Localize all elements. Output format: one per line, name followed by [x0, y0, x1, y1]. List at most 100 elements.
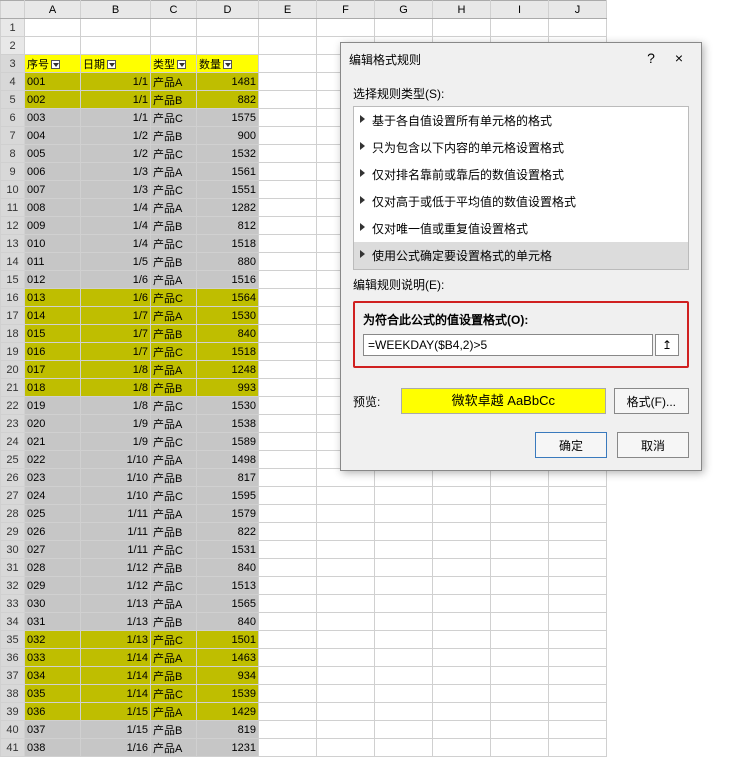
cell[interactable]: 产品B	[151, 253, 197, 271]
cell[interactable]	[375, 577, 433, 595]
cell[interactable]: 1/15	[81, 703, 151, 721]
cell[interactable]: 001	[25, 73, 81, 91]
cell[interactable]: 007	[25, 181, 81, 199]
cell[interactable]	[259, 91, 317, 109]
cell[interactable]: 1/13	[81, 595, 151, 613]
cell[interactable]	[259, 721, 317, 739]
cell[interactable]: 1498	[197, 451, 259, 469]
row-head[interactable]: 15	[1, 271, 25, 289]
cell[interactable]	[549, 703, 607, 721]
cell[interactable]	[375, 649, 433, 667]
cell[interactable]	[317, 487, 375, 505]
cell[interactable]: 1/7	[81, 307, 151, 325]
cell[interactable]: 004	[25, 127, 81, 145]
cell[interactable]	[317, 541, 375, 559]
cell[interactable]	[317, 613, 375, 631]
cell[interactable]: 产品C	[151, 433, 197, 451]
column-head-C[interactable]: C	[151, 1, 197, 19]
row-head[interactable]: 31	[1, 559, 25, 577]
cell[interactable]: 1575	[197, 109, 259, 127]
row-head[interactable]: 1	[1, 19, 25, 37]
cell[interactable]: 882	[197, 91, 259, 109]
column-head-I[interactable]: I	[491, 1, 549, 19]
cell[interactable]	[259, 253, 317, 271]
cell[interactable]	[259, 325, 317, 343]
cell[interactable]: 产品A	[151, 595, 197, 613]
row-head[interactable]: 20	[1, 361, 25, 379]
cell[interactable]: 031	[25, 613, 81, 631]
cell[interactable]: 1530	[197, 307, 259, 325]
cell[interactable]: 1551	[197, 181, 259, 199]
cell[interactable]: 产品A	[151, 361, 197, 379]
cell[interactable]: 013	[25, 289, 81, 307]
cell[interactable]: 1/11	[81, 523, 151, 541]
cell[interactable]: 产品B	[151, 523, 197, 541]
cell[interactable]	[317, 577, 375, 595]
row-head[interactable]: 9	[1, 163, 25, 181]
cell[interactable]: 1501	[197, 631, 259, 649]
cell[interactable]	[375, 469, 433, 487]
cell[interactable]: 812	[197, 217, 259, 235]
cell[interactable]: 009	[25, 217, 81, 235]
filter-icon[interactable]	[177, 60, 186, 69]
cell[interactable]	[259, 451, 317, 469]
cell[interactable]	[259, 235, 317, 253]
cell[interactable]: 产品C	[151, 181, 197, 199]
cell[interactable]: 产品B	[151, 91, 197, 109]
cell[interactable]: 产品A	[151, 703, 197, 721]
cell[interactable]: 023	[25, 469, 81, 487]
cell[interactable]: 产品C	[151, 343, 197, 361]
cell[interactable]: 产品C	[151, 235, 197, 253]
select-all-corner[interactable]	[1, 1, 25, 19]
cell[interactable]: 817	[197, 469, 259, 487]
cell[interactable]: 1/13	[81, 631, 151, 649]
row-head[interactable]: 4	[1, 73, 25, 91]
cell[interactable]	[259, 415, 317, 433]
cell[interactable]: 1/10	[81, 469, 151, 487]
cell[interactable]	[151, 37, 197, 55]
cell[interactable]	[433, 613, 491, 631]
cell[interactable]	[317, 649, 375, 667]
cell[interactable]	[317, 19, 375, 37]
cell[interactable]: 011	[25, 253, 81, 271]
cell[interactable]: 822	[197, 523, 259, 541]
cell[interactable]: 1/9	[81, 415, 151, 433]
cell[interactable]: 005	[25, 145, 81, 163]
cell[interactable]	[259, 541, 317, 559]
cell[interactable]	[549, 613, 607, 631]
cell[interactable]	[433, 487, 491, 505]
cell[interactable]: 1/2	[81, 145, 151, 163]
cell[interactable]	[375, 631, 433, 649]
cell[interactable]	[375, 703, 433, 721]
cell[interactable]	[375, 19, 433, 37]
cell[interactable]: 产品A	[151, 415, 197, 433]
rule-type-item[interactable]: 使用公式确定要设置格式的单元格	[354, 242, 688, 269]
header-qty[interactable]: 数量	[197, 55, 259, 73]
rule-type-item[interactable]: 仅对唯一值或重复值设置格式	[354, 215, 688, 242]
column-head-B[interactable]: B	[81, 1, 151, 19]
cell[interactable]	[433, 595, 491, 613]
cell[interactable]: 产品B	[151, 325, 197, 343]
row-head[interactable]: 28	[1, 505, 25, 523]
cell[interactable]: 1/4	[81, 217, 151, 235]
filter-icon[interactable]	[51, 60, 60, 69]
cell[interactable]	[491, 667, 549, 685]
cell[interactable]	[433, 505, 491, 523]
cell[interactable]	[491, 721, 549, 739]
cell[interactable]: 1513	[197, 577, 259, 595]
cell[interactable]: 1/1	[81, 73, 151, 91]
cell[interactable]: 1/4	[81, 235, 151, 253]
cell[interactable]	[433, 649, 491, 667]
cell[interactable]	[317, 505, 375, 523]
cell[interactable]	[151, 19, 197, 37]
cell[interactable]	[549, 577, 607, 595]
cell[interactable]	[433, 685, 491, 703]
cell[interactable]	[549, 667, 607, 685]
cell[interactable]	[549, 469, 607, 487]
cell[interactable]: 产品B	[151, 667, 197, 685]
cell[interactable]	[549, 559, 607, 577]
cell[interactable]: 819	[197, 721, 259, 739]
cell[interactable]	[549, 595, 607, 613]
cell[interactable]: 1/3	[81, 181, 151, 199]
cell[interactable]	[491, 487, 549, 505]
